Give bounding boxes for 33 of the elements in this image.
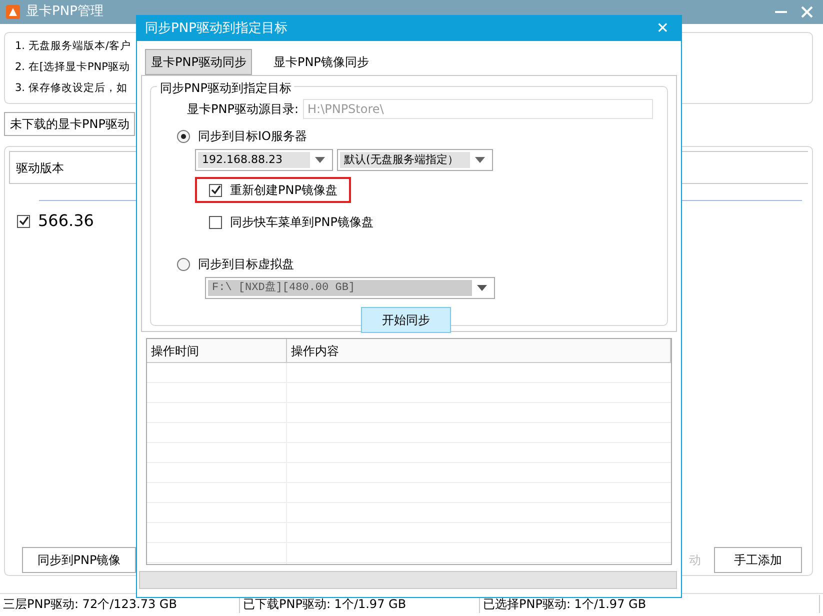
column-header: 驱动版本	[16, 160, 64, 176]
group-title: 同步PNP驱动到指定目标	[157, 79, 294, 97]
checkbox[interactable]	[209, 184, 222, 196]
check-icon	[210, 185, 220, 195]
check-icon	[18, 216, 28, 226]
note-text: 1. 无盘服务端版本/客户	[15, 39, 131, 54]
checkbox[interactable]	[209, 216, 222, 228]
undownloaded-drivers-button[interactable]: 未下载的显卡PNP驱动	[4, 112, 136, 136]
driver-version: 566.36	[38, 210, 94, 232]
column-header: 操作内容	[287, 339, 671, 363]
note-text: 2. 在[选择显卡PNP驱动	[15, 60, 130, 76]
window-title: 显卡PNP管理	[26, 3, 104, 22]
checkbox-label: 同步快车菜单到PNP镜像盘	[230, 214, 374, 231]
action-button[interactable]: 同步到PNP镜像	[22, 547, 136, 573]
start-sync-button[interactable]: 开始同步	[361, 307, 451, 333]
radio-label: 同步到目标虚拟盘	[198, 256, 294, 273]
radio-label: 同步到目标IO服务器	[198, 128, 307, 145]
dropdown: F:\ [NXD盘][480.00 GB]	[205, 277, 495, 299]
note-text: 3. 保存修改设定后，如	[15, 80, 128, 96]
app-logo-icon	[6, 5, 20, 19]
close-icon	[801, 6, 813, 18]
radio-button[interactable]	[177, 258, 190, 270]
action-button[interactable]: 手工添加	[714, 547, 802, 573]
column-header: 操作时间	[147, 339, 287, 363]
dialog-title: 同步PNP驱动到指定目标	[145, 20, 288, 38]
dropdown[interactable]: 192.168.88.23	[195, 149, 333, 171]
field-label: 显卡PNP驱动源目录:	[187, 101, 298, 118]
radio-button[interactable]	[177, 130, 190, 142]
dropdown[interactable]: 默认(无盘服务端指定）	[337, 149, 493, 171]
minimize-icon	[775, 11, 787, 14]
checkbox[interactable]	[17, 214, 30, 228]
tab[interactable]: 显卡PNP驱动同步	[145, 49, 252, 75]
checkbox-label: 重新创建PNP镜像盘	[230, 182, 338, 199]
